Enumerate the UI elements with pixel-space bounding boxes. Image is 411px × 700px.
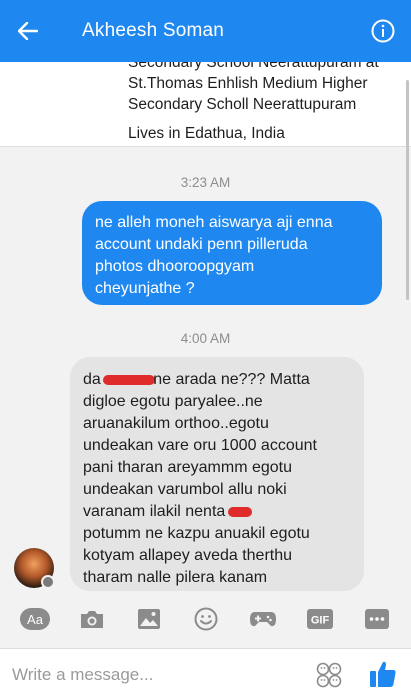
gif-icon: GIF <box>306 609 333 629</box>
info-button[interactable] <box>371 19 395 43</box>
message-text-line: varanam ilakil nenta <box>83 501 352 523</box>
aa-icon: Aa <box>19 608 50 630</box>
message-text: digloe egotu paryalee..ne <box>83 393 263 410</box>
message-thread[interactable]: 3:23 AM ne alleh moneh aiswarya aji enna… <box>0 147 411 591</box>
gif-button[interactable]: GIF <box>305 606 335 632</box>
message-input[interactable] <box>12 661 292 689</box>
camera-icon <box>80 611 103 628</box>
incoming-message-bubble[interactable]: da ne arada ne??? Matta digloe egotu par… <box>70 357 364 591</box>
message-text: potumm ne kazpu anuakil egotu <box>83 525 310 542</box>
sticker-icon <box>316 662 342 688</box>
timestamp: 3:23 AM <box>180 175 231 190</box>
message-text: pani tharan areyammm egotu <box>83 459 292 476</box>
gallery-button[interactable] <box>134 606 164 632</box>
back-arrow-icon <box>18 22 38 40</box>
camera-button[interactable] <box>77 606 107 632</box>
message-text: undeakan vare oru 1000 account <box>83 437 317 454</box>
profile-education-clipped: Secondary School Neerattupuram at <box>128 62 379 71</box>
thumbs-up-icon <box>370 661 396 687</box>
message-text: varanam ilakil nenta <box>83 503 226 520</box>
message-text: da <box>83 371 101 388</box>
composer-toolbar: Aa GIF <box>0 598 411 640</box>
image-icon <box>137 609 160 629</box>
aa-label: Aa <box>27 612 44 627</box>
info-icon <box>371 19 395 43</box>
message-text: account undaki penn pilleruda <box>95 236 308 253</box>
timestamp: 4:00 AM <box>180 331 231 346</box>
conversation-header: Akheesh Soman <box>0 0 411 62</box>
message-text: undeakan varumbol allu noki <box>83 481 287 498</box>
message-text: tharam nalle pilera kanam <box>83 569 268 586</box>
message-text: ne arada ne??? Matta <box>153 371 310 388</box>
sticker-button[interactable] <box>316 662 342 688</box>
message-text-line: da ne arada ne??? Matta <box>83 369 352 391</box>
more-button[interactable] <box>362 606 392 632</box>
messenger-badge-icon <box>41 575 55 589</box>
redaction-mark <box>103 374 156 385</box>
scrollbar[interactable] <box>406 80 409 300</box>
more-icon <box>364 609 389 629</box>
profile-location: Lives in Edathua, India <box>128 125 285 142</box>
message-text: aruanakilum orthoo..egotu <box>83 415 269 432</box>
contact-name[interactable]: Akheesh Soman <box>82 20 224 42</box>
gamepad-icon <box>249 612 276 627</box>
text-format-button[interactable]: Aa <box>19 606 50 632</box>
message-text: cheyunjathe ? <box>95 280 195 297</box>
message-composer <box>0 648 411 700</box>
back-button[interactable] <box>0 0 56 62</box>
emoji-button[interactable] <box>191 606 221 632</box>
like-button[interactable] <box>369 659 397 689</box>
games-button[interactable] <box>248 606 278 632</box>
profile-card: Secondary School Neerattupuram at St.Tho… <box>0 62 411 147</box>
profile-education-line1: St.Thomas Enhlish Medium Higher <box>128 75 368 92</box>
outgoing-message-bubble[interactable]: ne alleh moneh aiswarya aji enna account… <box>82 201 382 305</box>
redaction-mark <box>227 506 252 517</box>
message-text: photos dhooroopgyam <box>95 258 255 275</box>
gif-label: GIF <box>310 615 329 627</box>
profile-education-line2: Secondary Scholl Neerattupuram <box>128 96 357 113</box>
smiley-icon <box>194 607 217 631</box>
message-text: kotyam allapey aveda therthu <box>83 547 293 564</box>
message-text: ne alleh moneh aiswarya aji enna <box>95 214 333 231</box>
